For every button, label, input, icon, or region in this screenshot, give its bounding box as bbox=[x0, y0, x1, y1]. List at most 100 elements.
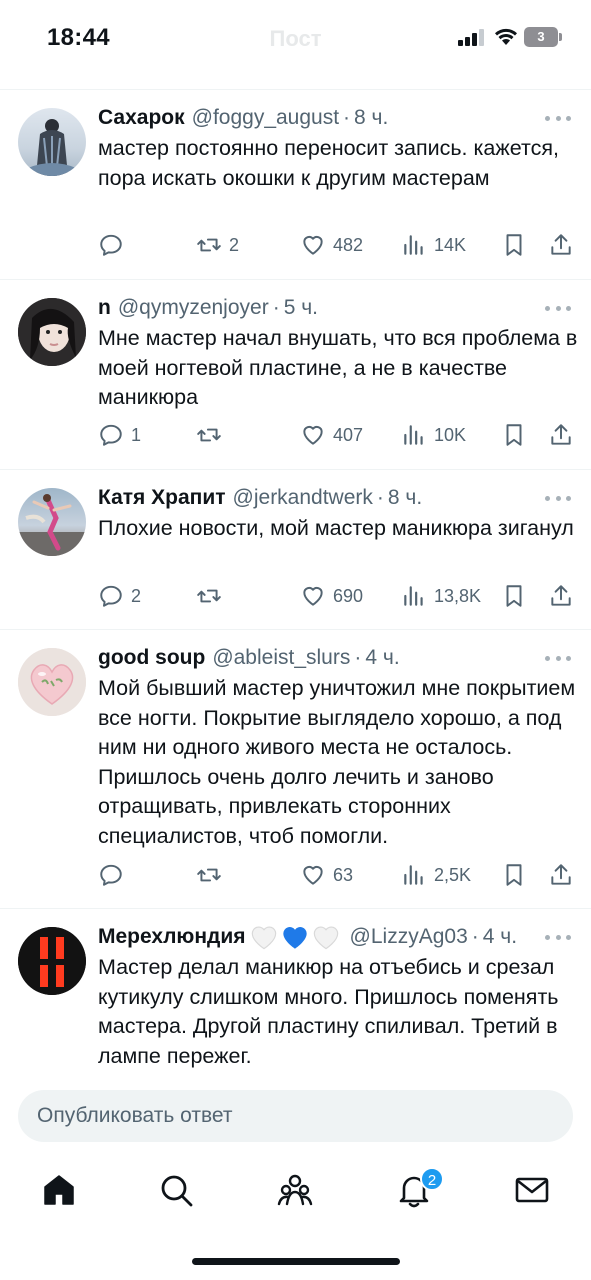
author-handle[interactable]: @ableist_slurs bbox=[212, 646, 350, 670]
reply-button[interactable]: 1 bbox=[98, 421, 141, 449]
tweet-actions: 1 407 10K bbox=[98, 421, 574, 449]
bookmark-button[interactable] bbox=[501, 582, 527, 610]
author-name[interactable]: Мерехлюндия bbox=[98, 925, 246, 949]
avatar[interactable] bbox=[18, 648, 86, 716]
reply-button[interactable] bbox=[98, 231, 131, 259]
more-options-icon[interactable] bbox=[545, 493, 571, 503]
views-icon bbox=[404, 865, 423, 885]
like-count: 482 bbox=[333, 234, 364, 255]
tweet-time[interactable]: 4 ч. bbox=[483, 925, 517, 949]
reply-input[interactable]: Опубликовать ответ bbox=[18, 1090, 573, 1142]
status-bar: Пост 18:44 3 bbox=[0, 0, 591, 88]
bookmark-button[interactable] bbox=[501, 421, 527, 449]
retweet-button[interactable] bbox=[196, 861, 229, 889]
author-name[interactable]: n bbox=[98, 296, 111, 320]
heart-icon bbox=[303, 865, 323, 885]
avatar[interactable] bbox=[18, 108, 86, 176]
views-button[interactable]: 13,8K bbox=[401, 582, 481, 610]
share-button[interactable] bbox=[548, 861, 574, 889]
white-heart-icon bbox=[251, 926, 276, 950]
retweet-icon bbox=[197, 238, 221, 252]
reply-icon bbox=[100, 864, 122, 886]
bookmark-icon bbox=[506, 424, 522, 446]
tweet-time[interactable]: 8 ч. bbox=[354, 106, 388, 130]
like-button[interactable]: 407 bbox=[300, 421, 363, 449]
share-button[interactable] bbox=[548, 421, 574, 449]
like-button[interactable]: 690 bbox=[300, 582, 363, 610]
more-options-icon[interactable] bbox=[545, 303, 571, 313]
author-name[interactable]: good soup bbox=[98, 646, 205, 670]
like-count: 690 bbox=[333, 585, 364, 606]
tweet-text: Мастер делал маникюр на отъебись и среза… bbox=[98, 955, 559, 1068]
communities-icon[interactable] bbox=[277, 1172, 313, 1208]
views-icon bbox=[404, 425, 423, 445]
retweet-icon bbox=[197, 589, 221, 603]
more-options-icon[interactable] bbox=[545, 653, 571, 663]
share-icon bbox=[551, 585, 571, 606]
bookmark-icon bbox=[506, 234, 522, 256]
tweet-actions: 2 690 13,8K bbox=[98, 582, 574, 610]
like-count: 63 bbox=[333, 864, 354, 885]
avatar[interactable] bbox=[18, 298, 86, 366]
bottom-nav bbox=[0, 1160, 591, 1222]
search-icon[interactable] bbox=[158, 1172, 194, 1208]
bookmark-button[interactable] bbox=[501, 861, 527, 889]
reply-icon bbox=[100, 424, 122, 446]
reply-button[interactable] bbox=[98, 861, 131, 889]
more-options-icon[interactable] bbox=[545, 113, 571, 123]
author-handle[interactable]: @jerkandtwerk bbox=[233, 486, 373, 510]
reply-count: 2 bbox=[131, 585, 142, 606]
share-icon bbox=[551, 234, 571, 255]
avatar[interactable] bbox=[18, 488, 86, 556]
messages-icon[interactable] bbox=[514, 1172, 550, 1208]
cellular-signal-icon bbox=[458, 29, 486, 46]
tweet[interactable]: Мерехлюндия @LizzyAg03 · 4 ч. Мастер дел… bbox=[0, 909, 591, 1078]
retweet-button[interactable] bbox=[196, 582, 229, 610]
share-button[interactable] bbox=[548, 231, 574, 259]
tweet-actions: 2 482 14K bbox=[98, 231, 574, 259]
views-count: 2,5K bbox=[434, 864, 472, 885]
like-count: 407 bbox=[333, 424, 364, 445]
home-indicator[interactable] bbox=[192, 1258, 400, 1265]
reply-count: 1 bbox=[131, 424, 142, 445]
share-icon bbox=[551, 864, 571, 885]
views-button[interactable]: 14K bbox=[401, 231, 466, 259]
author-handle[interactable]: @qymyzenjoyer bbox=[118, 296, 269, 320]
tweet-time[interactable]: 5 ч. bbox=[284, 296, 318, 320]
tweet[interactable]: Сахарок @foggy_august · 8 ч. мастер пост… bbox=[0, 90, 591, 280]
share-button[interactable] bbox=[548, 582, 574, 610]
tweet[interactable]: good soup @ableist_slurs · 4 ч. Мой бывш… bbox=[0, 630, 591, 909]
like-button[interactable]: 63 bbox=[300, 861, 353, 889]
avatar[interactable] bbox=[18, 927, 86, 995]
heart-icon bbox=[303, 425, 323, 445]
views-button[interactable]: 10K bbox=[401, 421, 466, 449]
tweet-text: мастер постоянно переносит запись. кажет… bbox=[98, 136, 559, 190]
tweet-header: Мерехлюндия @LizzyAg03 · 4 ч. bbox=[98, 925, 518, 950]
retweet-count: 2 bbox=[229, 234, 240, 255]
like-button[interactable]: 482 bbox=[300, 231, 363, 259]
home-icon[interactable] bbox=[41, 1172, 77, 1208]
tweet[interactable]: n @qymyzenjoyer · 5 ч. Мне мастер начал … bbox=[0, 280, 591, 470]
views-button[interactable]: 2,5K bbox=[401, 861, 471, 889]
more-options-icon[interactable] bbox=[545, 932, 571, 942]
tweet-time[interactable]: 4 ч. bbox=[365, 646, 399, 670]
retweet-icon bbox=[197, 428, 221, 442]
replies-feed[interactable]: Сахарок @foggy_august · 8 ч. мастер пост… bbox=[0, 90, 591, 1078]
bookmark-button[interactable] bbox=[501, 231, 527, 259]
bookmark-icon bbox=[506, 585, 522, 607]
author-name[interactable]: Катя Храпит bbox=[98, 486, 226, 510]
retweet-button[interactable] bbox=[196, 421, 229, 449]
reply-icon bbox=[100, 234, 122, 256]
author-handle[interactable]: @foggy_august bbox=[192, 106, 339, 130]
reply-button[interactable]: 2 bbox=[98, 582, 141, 610]
blue-heart-icon bbox=[282, 927, 307, 949]
tweet-text: Мне мастер начал внушать, что вся пробле… bbox=[98, 326, 578, 409]
author-name[interactable]: Сахарок bbox=[98, 106, 185, 130]
author-handle[interactable]: @LizzyAg03 bbox=[350, 925, 468, 949]
reply-placeholder: Опубликовать ответ bbox=[37, 1104, 233, 1127]
tweet-actions: 63 2,5K bbox=[98, 861, 574, 889]
tweet[interactable]: Катя Храпит @jerkandtwerk · 8 ч. Плохие … bbox=[0, 470, 591, 630]
tweet-time[interactable]: 8 ч. bbox=[388, 486, 422, 510]
retweet-button[interactable]: 2 bbox=[196, 231, 239, 259]
views-count: 10K bbox=[434, 424, 467, 445]
